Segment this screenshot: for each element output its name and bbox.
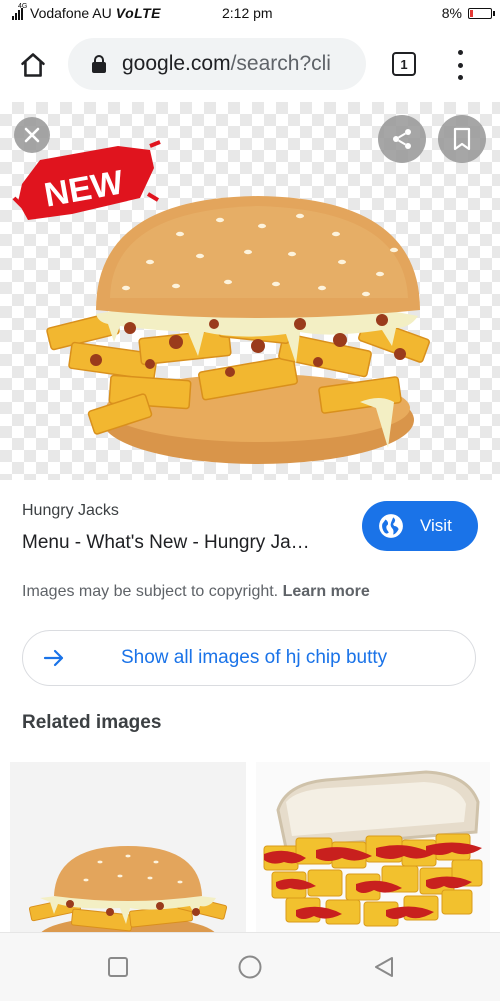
close-button[interactable]	[14, 117, 50, 153]
show-all-images-button[interactable]: Show all images of hj chip butty	[22, 630, 476, 686]
close-icon	[24, 127, 40, 143]
address-bar[interactable]: google.com/search?cli	[68, 38, 366, 90]
learn-more-link[interactable]: Learn more	[283, 583, 370, 600]
copyright-text: Images may be subject to copyright.	[22, 583, 279, 600]
show-all-label: Show all images of hj chip butty	[121, 647, 388, 668]
related-chip-butty-image	[263, 770, 483, 927]
battery-status: 8%	[441, 5, 495, 21]
battery-icon	[468, 7, 495, 19]
related-image-thumbnail[interactable]	[256, 762, 490, 942]
tab-count: 1	[400, 56, 408, 72]
visit-button[interactable]: Visit	[362, 501, 478, 551]
recents-button[interactable]	[106, 955, 130, 979]
visit-label: Visit	[420, 516, 452, 535]
recents-icon	[108, 957, 128, 977]
lock-icon	[90, 55, 108, 73]
system-nav-bar	[0, 932, 500, 1001]
bookmark-icon	[453, 127, 471, 151]
share-button[interactable]	[378, 115, 426, 163]
image-preview[interactable]: NEW	[0, 102, 500, 480]
url-path: /search?cli	[230, 52, 331, 75]
carrier-name: Vodafone AU	[30, 5, 112, 21]
new-badge: NEW	[12, 140, 161, 220]
carrier-info: 4G Vodafone AU VoLTE	[8, 3, 162, 21]
related-burger-image	[28, 846, 228, 942]
home-nav-button[interactable]	[238, 955, 262, 979]
signal-icon: 4G	[8, 3, 27, 20]
result-source[interactable]: Hungry Jacks	[22, 502, 119, 520]
result-title[interactable]: Menu - What's New - Hungry Ja…	[22, 532, 310, 554]
arrow-right-icon	[43, 649, 64, 667]
bookmark-button[interactable]	[438, 115, 486, 163]
back-button[interactable]	[372, 955, 396, 979]
browser-toolbar: google.com/search?cli 1	[0, 26, 500, 102]
copyright-notice: Images may be subject to copyright. Lear…	[22, 583, 370, 601]
globe-icon	[379, 514, 403, 538]
home-button[interactable]	[16, 48, 50, 82]
home-icon	[21, 53, 45, 77]
volte-label: VoLTE	[115, 5, 162, 21]
overflow-menu-button[interactable]	[452, 50, 468, 80]
status-bar: 4G Vodafone AU VoLTE 2:12 pm 8%	[0, 0, 500, 26]
burger-image: NEW	[12, 140, 430, 464]
battery-percent: 8%	[441, 5, 462, 21]
related-images-heading: Related images	[22, 712, 162, 733]
tab-switcher-button[interactable]: 1	[392, 52, 416, 76]
related-image-thumbnail[interactable]	[10, 762, 246, 942]
url-host: google.com	[122, 52, 231, 75]
share-icon	[393, 129, 411, 149]
home-circle-icon	[238, 955, 262, 979]
back-triangle-icon	[375, 957, 393, 977]
menu-dot-icon	[457, 50, 463, 55]
url-text: google.com/search?cli	[122, 52, 331, 76]
clock: 2:12 pm	[222, 5, 273, 21]
